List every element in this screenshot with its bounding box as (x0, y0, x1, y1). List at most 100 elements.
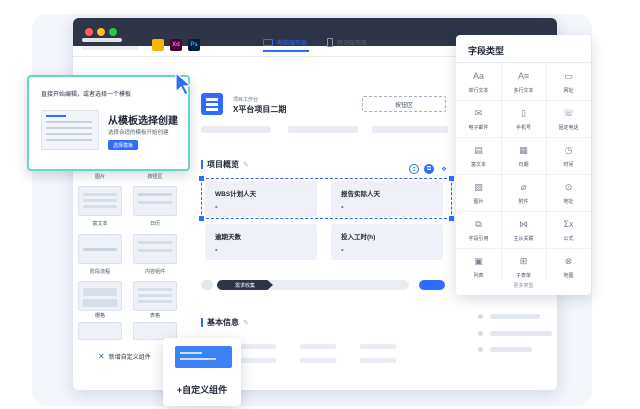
more-field-types-link[interactable]: 更多类型 (456, 282, 591, 289)
resize-handle[interactable] (199, 216, 204, 221)
field-type-master-detail[interactable]: ⋈ 主从关联 (501, 213, 546, 250)
field-type-attachment[interactable]: ⌀ 附件 (501, 176, 546, 213)
custom-component-card[interactable]: +自定义组件 (163, 338, 241, 406)
metric-label: 逾期天数 (215, 234, 241, 241)
stage-step-current[interactable]: 需求收集 (217, 280, 273, 290)
active-tab-indicator (263, 50, 309, 52)
field-type-email[interactable]: ✉ 电子邮件 (456, 102, 501, 139)
metric-value: - (215, 245, 218, 254)
custom-component-label: +自定义组件 (176, 385, 228, 395)
add-custom-component-button[interactable]: ✕ 新增自定义组件 (98, 352, 151, 361)
section-project-overview: 项目概览 ✎ (201, 159, 249, 170)
template-thumbnail[interactable] (41, 110, 99, 150)
field-type-label: 列表 (473, 273, 484, 279)
edit-icon[interactable]: ✎ (243, 161, 249, 169)
tab-label: 电脑端布局 (277, 41, 308, 47)
field-type-label: 地址 (563, 199, 574, 205)
template-hint: 直接开始编辑，或者选择一个模板 (41, 92, 132, 98)
field-type-field-reference[interactable]: ⧉ 字段引用 (456, 213, 501, 250)
field-types-panel: 字段类型 Aa 单行文本 A≡ 多行文本 ▭ 网址 ✉ 电子邮件 ▯ 手机号 ☏ 固定电话 ▤ 富文本 ▦ 日… (456, 35, 591, 295)
select-template-button[interactable]: 选择模板 (108, 140, 138, 150)
tab-desktop-layout[interactable]: 电脑端布局 (263, 38, 307, 47)
metric-label: 投入工时(h) (341, 234, 376, 241)
xd-icon[interactable]: Xd (170, 39, 182, 51)
selection-outline (201, 178, 452, 219)
tab-label: 移动端布局 (337, 41, 368, 47)
field-type-multi-line-text[interactable]: A≡ 多行文本 (501, 65, 546, 102)
palette-label: 图片 (94, 174, 105, 180)
field-type-landline[interactable]: ☏ 固定电话 (546, 102, 591, 139)
field-type-time[interactable]: ◷ 时间 (546, 139, 591, 176)
maximize-window-button[interactable] (109, 28, 117, 36)
field-type-image[interactable]: ▧ 图片 (456, 176, 501, 213)
form-subtitle: 项目工作台 (233, 97, 259, 103)
date-icon: ▦ (519, 145, 528, 155)
metric-value: - (341, 245, 344, 254)
move-up-icon[interactable]: ↥ (409, 164, 419, 174)
tab-mobile-layout[interactable]: 移动端布局 (327, 38, 367, 47)
section-title: 项目概览 (207, 160, 239, 169)
field-type-label: 子表单 (515, 273, 531, 279)
drag-icon[interactable]: ✥ (439, 164, 449, 174)
metric-card[interactable]: 逾期天数 - (205, 224, 317, 260)
form-title: X平台项目二期 (233, 105, 287, 114)
field-type-formula[interactable]: Σx 公式 (546, 213, 591, 250)
sketch-icon[interactable] (152, 39, 164, 51)
field-placeholder (201, 126, 271, 133)
minimize-window-button[interactable] (97, 28, 105, 36)
list-bullet (478, 314, 483, 319)
resize-handle[interactable] (199, 176, 204, 181)
palette-item-stage-flow[interactable] (78, 234, 122, 264)
add-custom-component-label: 新增自定义组件 (108, 355, 151, 361)
map-icon: ⊗ (564, 256, 573, 266)
url-icon: ▭ (564, 71, 573, 81)
toolbar-placeholder (82, 38, 122, 42)
field-type-phone[interactable]: ▯ 手机号 (501, 102, 546, 139)
palette-item-grid[interactable] (78, 281, 122, 311)
palette-label: 内容组件 (144, 269, 165, 275)
palette-label: 按钮区 (147, 174, 163, 180)
copy-icon[interactable]: ⧉ (424, 164, 434, 174)
landline-icon: ☏ (563, 108, 575, 118)
field-placeholder (288, 126, 358, 133)
field-type-single-line-text[interactable]: Aa 单行文本 (456, 65, 501, 102)
close-window-button[interactable] (85, 28, 93, 36)
field-type-label: 字段引用 (468, 236, 489, 242)
template-popup: 直接开始编辑，或者选择一个模板 从模板选择创建 选择合适的模板开始创建 选择模板 (27, 75, 190, 171)
attachment-icon: ⌀ (520, 182, 527, 192)
template-description: 选择合适的模板开始创建 (108, 130, 169, 136)
custom-component-preview (175, 346, 232, 368)
palette-item-rich-text[interactable] (78, 186, 122, 216)
address-icon: ⊙ (564, 182, 573, 192)
palette-item-table[interactable] (133, 281, 177, 311)
stage-action-button[interactable] (419, 280, 445, 290)
field-type-date[interactable]: ▦ 日期 (501, 139, 546, 176)
monitor-icon (263, 39, 273, 46)
wrench-icon: ✕ (98, 352, 105, 361)
palette-item-content[interactable] (133, 234, 177, 264)
resize-handle[interactable] (449, 216, 454, 221)
palette-item-more[interactable] (78, 322, 122, 340)
field-type-label: 电子邮件 (468, 125, 489, 131)
palette-label: 日历 (149, 221, 160, 227)
field-type-rich-text[interactable]: ▤ 富文本 (456, 139, 501, 176)
field-placeholder (240, 358, 276, 363)
resize-handle[interactable] (449, 176, 454, 181)
button-area-placeholder[interactable]: 按钮区 (362, 96, 446, 112)
phone-icon (327, 38, 333, 47)
field-placeholder (360, 344, 396, 349)
field-type-url[interactable]: ▭ 网址 (546, 65, 591, 102)
field-type-label: 手机号 (515, 125, 531, 131)
field-type-label: 主从关联 (513, 236, 534, 242)
metric-card[interactable]: 投入工时(h) - (331, 224, 443, 260)
palette-label: 富文本 (92, 221, 108, 227)
field-type-label: 多行文本 (513, 88, 534, 94)
ps-icon[interactable]: Ps (188, 39, 200, 51)
palette-item-calendar[interactable] (133, 186, 177, 216)
field-type-label: 公式 (563, 236, 574, 242)
field-type-address[interactable]: ⊙ 地址 (546, 176, 591, 213)
edit-icon[interactable]: ✎ (243, 319, 249, 327)
step-start (201, 280, 213, 290)
formula-icon: Σx (563, 219, 574, 229)
field-type-label: 附件 (518, 199, 529, 205)
